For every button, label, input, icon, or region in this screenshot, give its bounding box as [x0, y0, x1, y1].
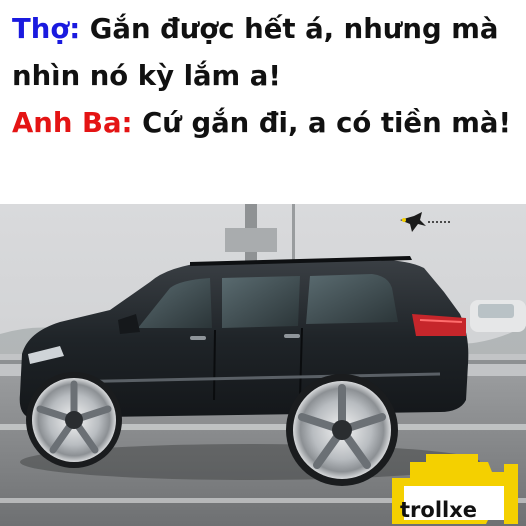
speaker-1-quote: Gắn được hết á, nhưng mà nhìn nó kỳ lắm … — [12, 13, 499, 92]
speaker-1-label: Thợ: — [12, 13, 81, 45]
speaker-2-quote: Cứ gắn đi, a có tiền mà! — [132, 107, 511, 139]
meme-caption: Thợ: Gắn được hết á, nhưng mà nhìn nó kỳ… — [0, 0, 526, 204]
car-photo: trollxe — [0, 204, 526, 526]
speaker-2-label: Anh Ba: — [12, 107, 133, 139]
watermark-text: trollxe — [400, 498, 478, 522]
watermark: trollxe — [380, 448, 522, 526]
